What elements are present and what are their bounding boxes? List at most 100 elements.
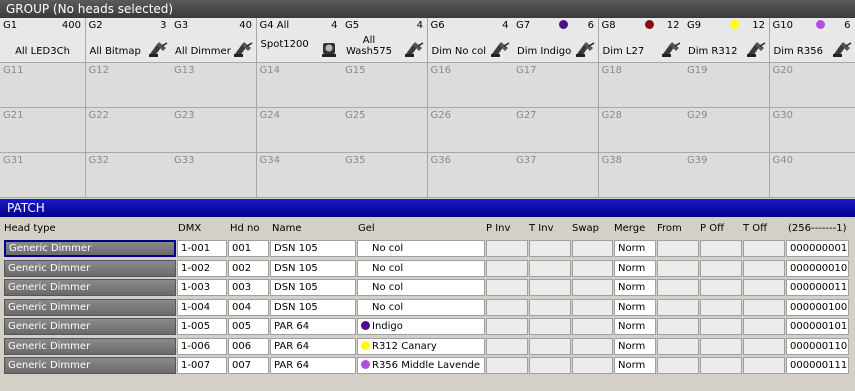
cell-from[interactable] (657, 259, 699, 277)
cell-t-off[interactable] (743, 337, 785, 355)
cell-dmx[interactable]: 1-006 (177, 337, 227, 355)
cell-gel[interactable]: Indigo (357, 318, 485, 335)
cell-p-inv[interactable] (486, 259, 528, 277)
cell-hd-no[interactable]: 005 (228, 318, 269, 335)
group-button-g19[interactable]: G19 (684, 63, 770, 108)
cell-head-type[interactable]: Generic Dimmer (4, 279, 176, 296)
group-button-g39[interactable]: G39 (684, 153, 770, 198)
cell-swap[interactable] (572, 259, 613, 277)
cell-from[interactable] (657, 357, 699, 374)
col-header-gel[interactable]: Gel (358, 221, 375, 237)
table-row[interactable]: Generic Dimmer 1-001 001 DSN 105 No col Norm 0… (0, 239, 855, 258)
col-header-p-inv[interactable]: P Inv (486, 221, 510, 237)
col-header-name[interactable]: Name (272, 221, 302, 237)
cell-merge[interactable]: Norm (614, 259, 656, 277)
group-button-g37[interactable]: G37 (513, 153, 599, 198)
table-row[interactable]: Generic Dimmer 1-002 002 DSN 105 No col Norm 0… (0, 259, 855, 278)
cell-bits[interactable]: 000000001 (786, 240, 849, 257)
group-button-g34[interactable]: G34 (256, 153, 343, 198)
group-button-g21[interactable]: G21 (0, 108, 86, 153)
cell-t-inv[interactable] (529, 318, 571, 335)
cell-head-type[interactable]: Generic Dimmer (4, 298, 176, 316)
group-button-g30[interactable]: G30 (769, 108, 855, 153)
cell-swap[interactable] (572, 337, 613, 355)
table-row[interactable]: Generic Dimmer 1-003 003 DSN 105 No col Norm 0… (0, 278, 855, 297)
cell-p-inv[interactable] (486, 279, 528, 296)
col-header-merge[interactable]: Merge (614, 221, 645, 237)
table-row[interactable]: Generic Dimmer 1-005 005 PAR 64 Indigo Norm 00… (0, 317, 855, 336)
cell-t-inv[interactable] (529, 279, 571, 296)
group-button-g16[interactable]: G16 (427, 63, 514, 108)
cell-bits[interactable]: 000000110 (786, 337, 849, 355)
cell-gel[interactable]: R312 Canary (357, 337, 485, 355)
cell-dmx[interactable]: 1-003 (177, 279, 227, 296)
group-button-g31[interactable]: G31 (0, 153, 86, 198)
cell-head-type[interactable]: Generic Dimmer (4, 337, 176, 355)
table-row[interactable]: Generic Dimmer 1-004 004 DSN 105 No col Norm 0… (0, 298, 855, 317)
cell-head-type[interactable]: Generic Dimmer (4, 318, 176, 335)
group-button-g14[interactable]: G14 (256, 63, 343, 108)
cell-t-off[interactable] (743, 318, 785, 335)
cell-t-off[interactable] (743, 279, 785, 296)
cell-name[interactable]: PAR 64 (270, 357, 356, 374)
group-button-g35[interactable]: G35 (342, 153, 428, 198)
cell-p-off[interactable] (700, 298, 742, 316)
col-header-p-off[interactable]: P Off (700, 221, 724, 237)
cell-p-off[interactable] (700, 259, 742, 277)
cell-swap[interactable] (572, 279, 613, 296)
cell-from[interactable] (657, 318, 699, 335)
cell-bits[interactable]: 000000111 (786, 357, 849, 374)
cell-t-off[interactable] (743, 259, 785, 277)
cell-merge[interactable]: Norm (614, 337, 656, 355)
group-button-g12[interactable]: G12 (85, 63, 172, 108)
cell-t-inv[interactable] (529, 259, 571, 277)
cell-merge[interactable]: Norm (614, 279, 656, 296)
cell-p-off[interactable] (700, 318, 742, 335)
group-button-g17[interactable]: G17 (513, 63, 599, 108)
group-button-g36[interactable]: G36 (427, 153, 514, 198)
col-header-dmx[interactable]: DMX (178, 221, 201, 237)
group-button-g40[interactable]: G40 (769, 153, 855, 198)
group-button-g15[interactable]: G15 (342, 63, 428, 108)
group-button-g13[interactable]: G13 (171, 63, 257, 108)
cell-bits[interactable]: 000000010 (786, 259, 849, 277)
cell-hd-no[interactable]: 004 (228, 298, 269, 316)
cell-from[interactable] (657, 298, 699, 316)
cell-name[interactable]: DSN 105 (270, 240, 356, 257)
col-header-from[interactable]: From (657, 221, 682, 237)
cell-dmx[interactable]: 1-004 (177, 298, 227, 316)
group-button-g8[interactable]: G8 12 Dim L27 (598, 18, 685, 63)
cell-t-inv[interactable] (529, 337, 571, 355)
cell-dmx[interactable]: 1-005 (177, 318, 227, 335)
group-button-g10[interactable]: G10 6 Dim R356 (769, 18, 855, 63)
cell-swap[interactable] (572, 298, 613, 316)
cell-swap[interactable] (572, 318, 613, 335)
cell-p-inv[interactable] (486, 240, 528, 257)
group-button-g28[interactable]: G28 (598, 108, 685, 153)
cell-dmx[interactable]: 1-001 (177, 240, 227, 257)
group-button-g3[interactable]: G3 40 All Dimmer (171, 18, 257, 63)
cell-dmx[interactable]: 1-007 (177, 357, 227, 374)
group-button-g5[interactable]: G5 4 All Wash575 (342, 18, 428, 63)
cell-gel[interactable]: No col (357, 298, 485, 316)
group-button-g33[interactable]: G33 (171, 153, 257, 198)
cell-t-off[interactable] (743, 357, 785, 374)
col-header-t-off[interactable]: T Off (743, 221, 767, 237)
group-button-g18[interactable]: G18 (598, 63, 685, 108)
cell-gel[interactable]: No col (357, 279, 485, 296)
cell-p-inv[interactable] (486, 357, 528, 374)
cell-head-type[interactable]: Generic Dimmer (4, 259, 176, 277)
cell-bits[interactable]: 000000101 (786, 318, 849, 335)
cell-p-off[interactable] (700, 337, 742, 355)
cell-merge[interactable]: Norm (614, 240, 656, 257)
group-button-g38[interactable]: G38 (598, 153, 685, 198)
group-button-g4[interactable]: G4 All 4 Spot1200 (256, 18, 343, 63)
cell-merge[interactable]: Norm (614, 357, 656, 374)
cell-hd-no[interactable]: 007 (228, 357, 269, 374)
cell-bits[interactable]: 000000011 (786, 279, 849, 296)
cell-p-inv[interactable] (486, 337, 528, 355)
cell-merge[interactable]: Norm (614, 298, 656, 316)
cell-t-inv[interactable] (529, 240, 571, 257)
cell-from[interactable] (657, 279, 699, 296)
cell-swap[interactable] (572, 240, 613, 257)
